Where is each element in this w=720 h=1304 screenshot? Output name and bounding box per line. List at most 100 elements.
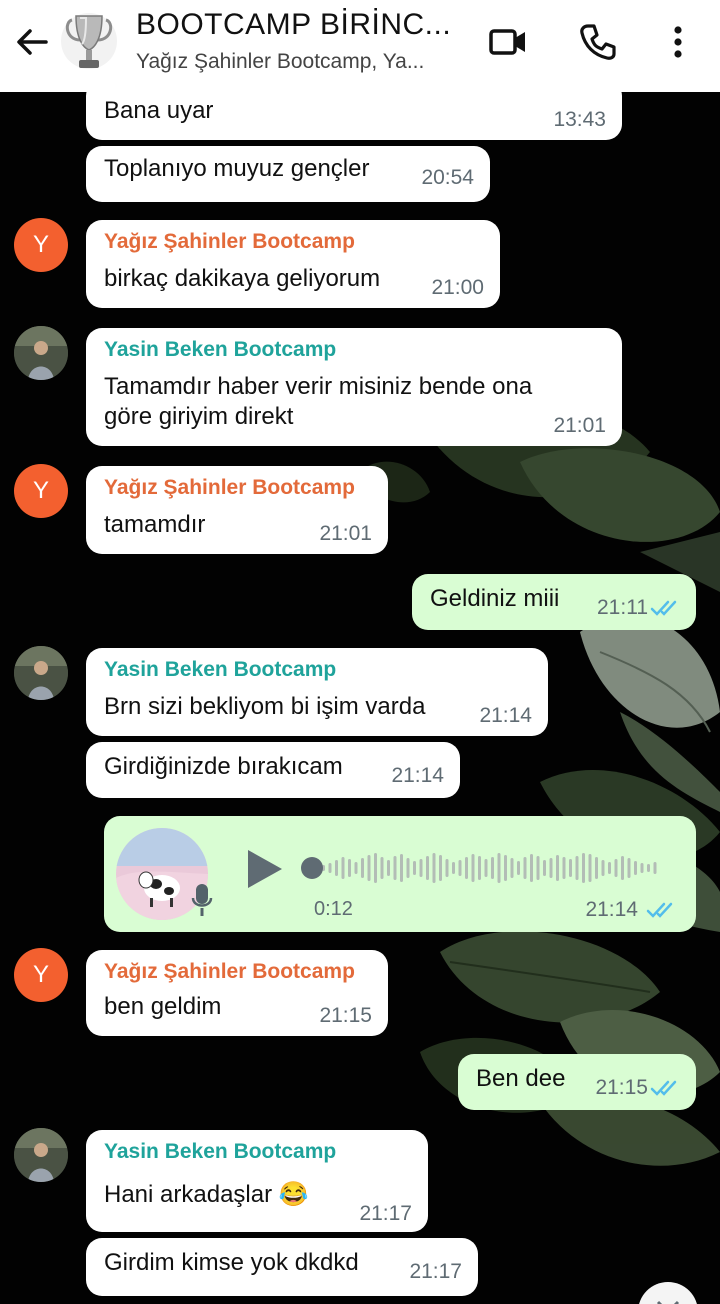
message-bubble[interactable]: Girdiğinizde bırakıcam 21:14: [86, 742, 460, 798]
sender-name[interactable]: Yağız Şahinler Bootcamp: [104, 960, 355, 984]
waveform-bar: [426, 856, 429, 880]
message-time: 21:14: [391, 764, 444, 787]
waveform-bar: [536, 856, 540, 880]
waveform-bar: [601, 860, 605, 876]
waveform-bar: [491, 857, 494, 879]
avatar[interactable]: [14, 1128, 68, 1182]
waveform-bar: [367, 855, 371, 881]
waveform-bar: [445, 859, 449, 877]
message-bubble[interactable]: Yasin Beken Bootcamp Brn sizi bekliyom b…: [86, 648, 548, 736]
avatar[interactable]: Y: [14, 218, 68, 272]
outgoing-message-bubble[interactable]: Ben dee 21:15: [458, 1054, 696, 1110]
waveform-bar: [432, 853, 436, 883]
voice-waveform[interactable]: [300, 842, 674, 894]
waveform-bar: [439, 855, 442, 881]
waveform-bar: [354, 862, 358, 874]
waveform-bar: [452, 862, 455, 874]
outgoing-message-bubble[interactable]: Geldiniz miii 21:11: [412, 574, 696, 630]
message-time: 21:15: [595, 1076, 648, 1099]
waveform-bar: [621, 856, 624, 880]
scroll-down-button[interactable]: [638, 1282, 698, 1304]
waveform-bar: [497, 853, 501, 883]
video-call-icon[interactable]: [486, 20, 530, 64]
sender-name[interactable]: Yasin Beken Bootcamp: [104, 658, 336, 682]
waveform-bar: [387, 860, 390, 876]
message-text: ben geldim: [104, 993, 222, 1020]
waveform-bar: [458, 860, 462, 876]
waveform-bar: [400, 854, 403, 882]
waveform-bar: [562, 857, 566, 879]
message-bubble[interactable]: Yağız Şahinler Bootcamp birkaç dakikaya …: [86, 220, 500, 308]
waveform-bar: [653, 862, 657, 874]
back-arrow-icon[interactable]: [12, 22, 52, 62]
waveform-bar: [608, 862, 611, 874]
message-time: 21:01: [319, 522, 372, 545]
message-bubble[interactable]: Yağız Şahinler Bootcamp ben geldim 21:15: [86, 950, 388, 1036]
waveform-bar: [341, 857, 345, 879]
waveform-bar: [627, 858, 631, 878]
waveform-bar: [465, 857, 468, 879]
waveform-bar: [569, 859, 572, 877]
chevron-down-icon: [656, 1300, 680, 1304]
voice-duration: 0:12: [314, 898, 353, 920]
voice-message-bubble[interactable]: 0:12 21:14: [104, 816, 696, 932]
message-text: birkaç dakikaya geliyorum: [104, 265, 381, 292]
message-bubble[interactable]: Yağız Şahinler Bootcamp tamamdır 21:01: [86, 466, 388, 554]
message-bubble[interactable]: Toplanıyo muyuz gençler 20:54: [86, 146, 490, 202]
waveform-bar: [328, 863, 332, 873]
message-time: 21:17: [359, 1202, 412, 1225]
chat-members[interactable]: Yağız Şahinler Bootcamp, Ya...: [136, 50, 424, 74]
message-bubble[interactable]: Yasin Beken Bootcamp Tamamdır haber veri…: [86, 328, 622, 446]
message-text: Brn sizi bekliyom bi işim varda: [104, 693, 426, 720]
message-text: Girdiğinizde bırakıcam: [104, 753, 343, 780]
sender-name[interactable]: Yasin Beken Bootcamp: [104, 1140, 336, 1164]
avatar[interactable]: Y: [14, 948, 68, 1002]
waveform-bar: [640, 863, 644, 873]
waveform-bar: [471, 854, 475, 882]
message-text: Toplanıyo muyuz gençler: [104, 155, 370, 182]
waveform-bar: [484, 859, 488, 877]
message-time: 20:54: [421, 166, 474, 189]
waveform-bar: [530, 854, 533, 882]
message-text: Hani arkadaşlar 😂: [104, 1181, 309, 1208]
avatar[interactable]: [14, 646, 68, 700]
message-text: Tamamdır haber verir misiniz bende ona: [104, 373, 533, 400]
voice-call-icon[interactable]: [576, 20, 620, 64]
waveform-bar: [647, 864, 650, 872]
avatar[interactable]: [14, 326, 68, 380]
message-time: 21:14: [479, 704, 532, 727]
read-receipt-icon: [650, 598, 680, 618]
message-text: Ben dee: [476, 1065, 566, 1092]
waveform-bar: [588, 854, 592, 882]
message-time: 21:15: [319, 1004, 372, 1027]
microphone-icon: [190, 882, 214, 918]
message-time: 21:17: [409, 1260, 462, 1283]
message-time: 13:43: [553, 108, 606, 131]
waveform-bar: [575, 856, 579, 880]
waveform-bar: [549, 858, 553, 878]
playhead: [301, 857, 323, 879]
waveform-bar: [543, 860, 546, 876]
read-receipt-icon: [646, 900, 676, 920]
waveform-bar: [478, 856, 481, 880]
play-icon[interactable]: [242, 846, 288, 892]
waveform-bar: [504, 855, 507, 881]
message-bubble[interactable]: Yasin Beken Bootcamp Hani arkadaşlar 😂 2…: [86, 1130, 428, 1232]
waveform-bar: [582, 853, 585, 883]
group-avatar[interactable]: [60, 6, 118, 76]
chat-title[interactable]: BOOTCAMP BİRİNC...: [136, 8, 451, 42]
waveform-bar: [361, 858, 364, 878]
more-options-icon[interactable]: [656, 20, 700, 64]
waveform-bar: [419, 859, 423, 877]
waveform-bar: [614, 859, 618, 877]
message-bubble[interactable]: Girdim kimse yok dkdkd 21:17: [86, 1238, 478, 1296]
message-time: 21:11: [597, 596, 648, 619]
waveform-bar: [406, 858, 410, 878]
waveform-bar: [348, 859, 351, 877]
message-time: 21:14: [585, 898, 638, 921]
sender-name[interactable]: Yasin Beken Bootcamp: [104, 338, 336, 362]
avatar[interactable]: Y: [14, 464, 68, 518]
sender-name[interactable]: Yağız Şahinler Bootcamp: [104, 230, 355, 254]
waveform-bar: [393, 856, 397, 880]
sender-name[interactable]: Yağız Şahinler Bootcamp: [104, 476, 355, 500]
